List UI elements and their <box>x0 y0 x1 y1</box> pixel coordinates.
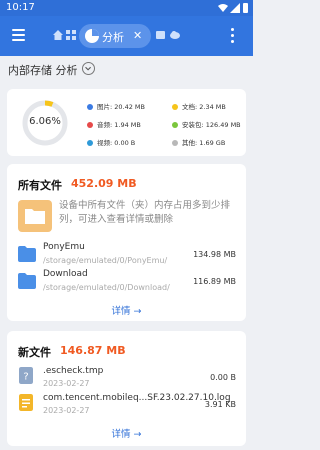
new-files-title: 新文件 <box>18 346 51 359</box>
tab-analysis[interactable]: 分析 ✕ <box>79 24 151 48</box>
cloud-icon[interactable] <box>170 30 180 39</box>
folder-icon <box>18 273 36 289</box>
legend-documents: 文档: 2.34 MB <box>172 101 226 111</box>
legend-apks: 安装包: 126.49 MB <box>172 119 241 129</box>
folder-illustration-icon <box>18 200 52 232</box>
wifi-icon <box>218 4 228 12</box>
storage-percent: 6.06% <box>29 116 61 127</box>
close-tab-icon[interactable]: ✕ <box>133 29 142 42</box>
file-size: 0.00 B <box>210 373 236 382</box>
log-file-icon <box>19 394 33 411</box>
pie-chart-icon <box>85 29 99 43</box>
breadcrumb: 内部存储 分析 <box>8 64 78 77</box>
legend-dot <box>172 104 178 110</box>
all-files-detail-link[interactable]: 详情 → <box>7 303 246 317</box>
legend-audio: 音频: 1.94 MB <box>87 119 141 129</box>
legend-dot <box>87 122 93 128</box>
folder-size: 116.89 MB <box>193 277 236 286</box>
status-bar: 10:17 <box>0 0 253 16</box>
all-files-tip: 设备中所有文件（夹）内存占用多到少排列，可进入查看详情或删除 <box>59 200 231 225</box>
folder-size: 134.98 MB <box>193 250 236 259</box>
chevron-down-icon[interactable] <box>82 62 95 75</box>
all-files-card: 所有文件 452.09 MB 设备中所有文件（夹）内存占用多到少排列，可进入查看… <box>7 164 246 321</box>
menu-icon[interactable] <box>12 29 25 41</box>
storage-summary-card: 6.06% 图片: 20.42 MB 文档: 2.34 MB 音频: 1.94 … <box>7 89 246 156</box>
home-icon[interactable] <box>53 30 63 40</box>
all-files-size: 452.09 MB <box>71 177 137 190</box>
unknown-file-icon: ? <box>19 367 33 384</box>
folder-path: /storage/emulated/0/Download/ <box>43 283 170 292</box>
signal-icon <box>230 3 240 13</box>
legend-video: 视频: 0.00 B <box>87 137 135 147</box>
file-name: .escheck.tmp <box>43 366 104 376</box>
new-files-size: 146.87 MB <box>60 344 126 357</box>
svg-text:?: ? <box>23 372 28 383</box>
more-options-icon[interactable] <box>231 28 235 44</box>
folder-path: /storage/emulated/0/PonyEmu/ <box>43 256 168 265</box>
all-files-title: 所有文件 <box>18 179 62 192</box>
legend-dot <box>87 104 93 110</box>
file-size: 3.91 KB <box>204 400 236 409</box>
new-files-card: 新文件 146.87 MB ? .escheck.tmp 2023-02-27 … <box>7 331 246 446</box>
legend-images: 图片: 20.42 MB <box>87 101 145 111</box>
top-bar: 分析 ✕ <box>0 16 253 56</box>
tab-analysis-label: 分析 <box>102 31 124 44</box>
file-name: com.tencent.mobileq...SF.23.02.27.10.log <box>43 393 231 403</box>
file-date: 2023-02-27 <box>43 406 90 415</box>
new-files-detail-link[interactable]: 详情 → <box>7 426 246 440</box>
status-time: 10:17 <box>6 2 35 13</box>
grid-icon[interactable] <box>66 30 76 40</box>
folder-name: PonyEmu <box>43 242 85 252</box>
legend-dot <box>172 140 178 146</box>
legend-dot <box>172 122 178 128</box>
folder-icon <box>18 246 36 262</box>
file-date: 2023-02-27 <box>43 379 90 388</box>
legend-other: 其他: 1.69 GB <box>172 137 225 147</box>
tab-folder-icon[interactable] <box>156 30 165 39</box>
battery-icon <box>243 3 248 13</box>
folder-name: Download <box>43 269 88 279</box>
legend-dot <box>87 140 93 146</box>
